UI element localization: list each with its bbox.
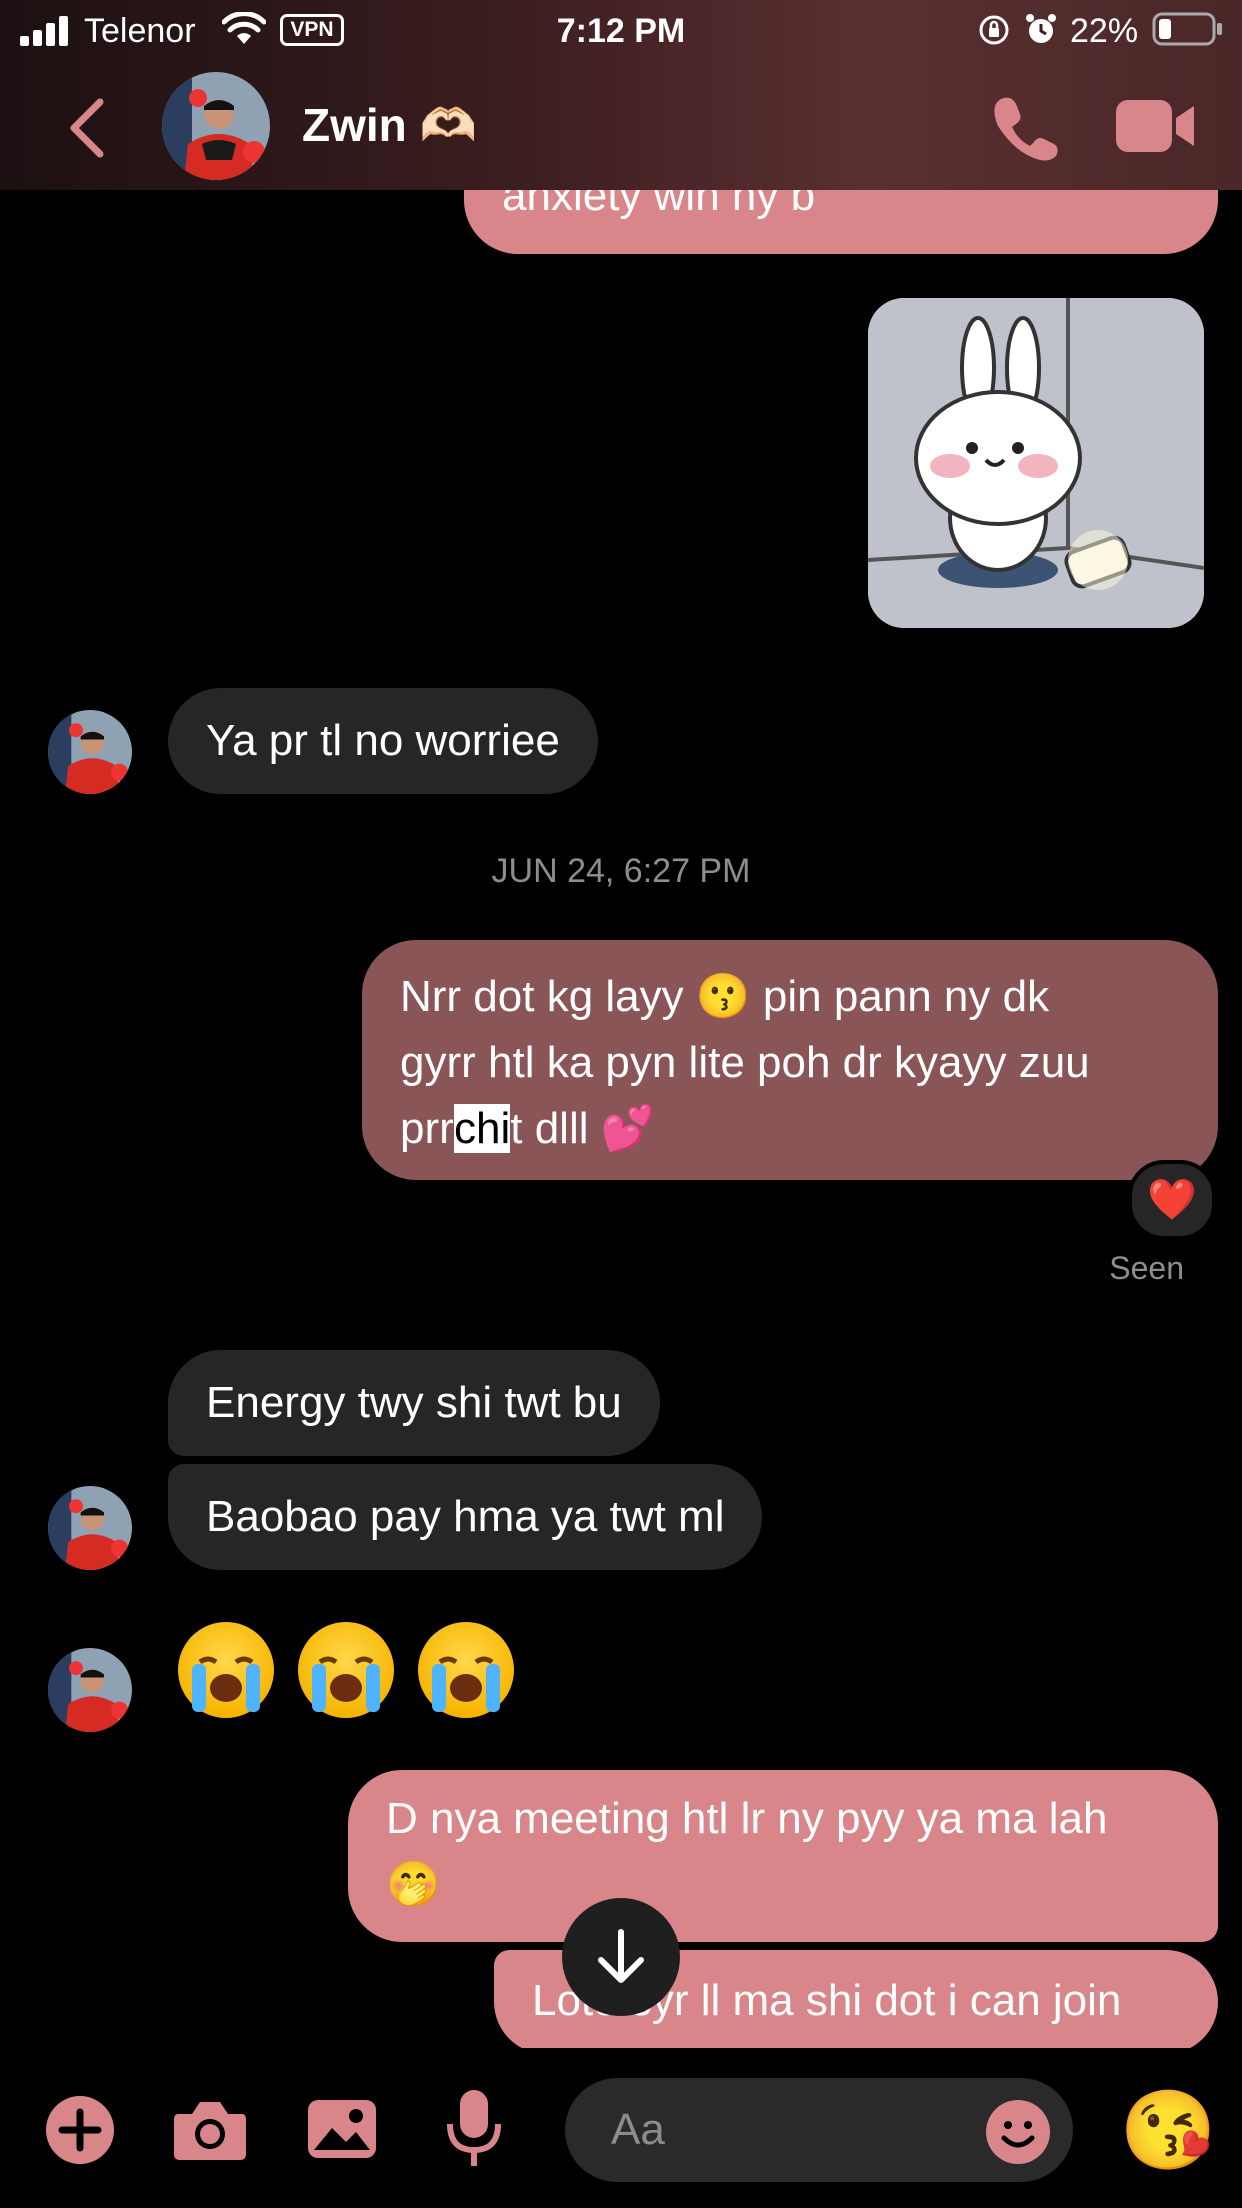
scroll-to-bottom-button[interactable]: [562, 1898, 680, 2016]
incoming-message[interactable]: Baobao pay hma ya twt ml: [168, 1464, 763, 1570]
quick-reaction-button[interactable]: 😘: [1118, 2080, 1218, 2180]
loudly-crying-face-icon: [178, 1622, 274, 1718]
message-line: 🤭: [386, 1860, 441, 1909]
message-line: gyrr htl ka pyn lite poh dr kyayy zuu: [400, 1038, 1090, 1087]
message-list[interactable]: anxiety win ny b Ya pr tl no worriee JUN…: [0, 0, 1242, 2054]
message-line: Nrr dot kg layy 😗 pin pann ny dk: [400, 972, 1050, 1021]
chat-header: Telenor VPN 7:12 PM 22% Zwin 🫶🏻: [0, 0, 1242, 190]
alarm-icon: [1026, 14, 1056, 43]
contact-avatar[interactable]: [48, 1486, 132, 1570]
camera-icon[interactable]: [172, 2096, 248, 2162]
bunny-sticker[interactable]: [868, 298, 1204, 628]
outgoing-message[interactable]: D nya meeting htl lr ny pyy ya ma lah 🤭: [348, 1770, 1218, 1942]
outgoing-message[interactable]: Nrr dot kg layy 😗 pin pann ny dk gyrr ht…: [362, 940, 1218, 1180]
phone-icon[interactable]: [990, 92, 1060, 162]
contact-name[interactable]: Zwin 🫶🏻: [302, 98, 477, 153]
contact-avatar[interactable]: [162, 72, 270, 180]
microphone-icon[interactable]: [444, 2088, 504, 2170]
gallery-icon[interactable]: [306, 2098, 378, 2160]
loudly-crying-face-icon: [298, 1622, 394, 1718]
selected-text[interactable]: chi: [454, 1104, 511, 1153]
incoming-message[interactable]: Ya pr tl no worriee: [168, 688, 598, 794]
video-camera-icon[interactable]: [1116, 98, 1196, 154]
message-text: Ya pr tl no worriee: [206, 716, 560, 765]
message-line: prr chit dlll 💕: [400, 1096, 1180, 1162]
orientation-lock-icon: [979, 15, 1009, 45]
incoming-message[interactable]: Energy twy shi twt bu: [168, 1350, 660, 1456]
date-separator: JUN 24, 6:27 PM: [491, 852, 751, 890]
seen-indicator: Seen: [1109, 1250, 1184, 1286]
arrow-down-icon: [598, 1929, 644, 1983]
battery-icon: [1152, 12, 1222, 46]
plus-icon[interactable]: [44, 2094, 116, 2166]
contact-avatar[interactable]: [48, 1648, 132, 1732]
back-chevron-icon[interactable]: [64, 96, 108, 160]
battery-percent: 22%: [1070, 12, 1139, 50]
message-line: D nya meeting htl lr ny pyy ya ma lah: [386, 1794, 1108, 1843]
loudly-crying-face-icon: [418, 1622, 514, 1718]
heart-reaction-badge[interactable]: ❤️: [1128, 1160, 1216, 1240]
message-text: Baobao pay hma ya twt ml: [206, 1492, 725, 1541]
contact-avatar[interactable]: [48, 710, 132, 794]
emoji-picker-icon[interactable]: [984, 2098, 1052, 2166]
composer-bar: 😘: [0, 2048, 1242, 2208]
message-text: Energy twy shi twt bu: [206, 1378, 622, 1427]
message-text: t dlll 💕: [510, 1104, 656, 1153]
